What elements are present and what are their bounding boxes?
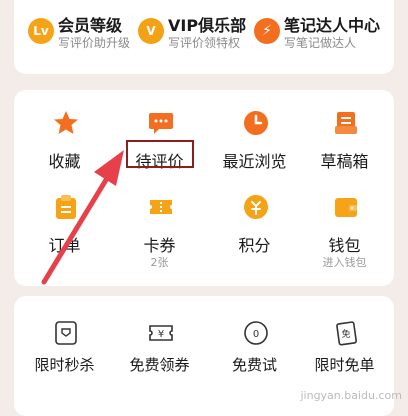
promo-label-free-order: 限时免单 — [314, 356, 375, 374]
grid-label-recent-browse: 最近浏览 — [222, 152, 287, 171]
promo-label-free-coupon: 免费领券 — [129, 356, 190, 374]
grid-item-wallet[interactable]: 钱包 进入钱包 — [297, 194, 392, 282]
grid-label-favorites: 收藏 — [48, 152, 81, 171]
star-icon — [54, 111, 78, 134]
svg-text:免: 免 — [341, 328, 350, 340]
member-level-title: 会员等级 — [58, 16, 123, 35]
comment-icon — [149, 113, 173, 134]
grid-item-orders[interactable]: 订单 — [17, 194, 112, 282]
grid-label-drafts: 草稿箱 — [320, 152, 369, 171]
lightning-icon: ⚡ — [254, 18, 280, 44]
zero-yuan-icon: 0 — [244, 321, 268, 345]
vip-icon: V — [138, 18, 164, 44]
grid-label-orders: 订单 — [48, 236, 81, 255]
grid-label-wallet: 钱包 — [328, 236, 361, 255]
note-expert-title: 笔记达人中心 — [284, 16, 381, 35]
grid-item-favorites[interactable]: 收藏 — [17, 110, 112, 198]
vip-club-entry[interactable]: V VIP俱乐部 写评价领特权 — [138, 12, 264, 64]
level-icon: Lv — [28, 18, 54, 44]
clock-icon — [244, 111, 268, 135]
promo-label-flash-sale: 限时秒杀 — [34, 356, 95, 374]
pending-review-highlight-box — [126, 140, 194, 168]
wallet-icon — [335, 198, 357, 217]
svg-text:0: 0 — [253, 329, 259, 340]
promo-label-free-trial: 免费试 — [231, 356, 277, 374]
grid-item-coupons[interactable]: 卡券 2张 — [112, 194, 207, 282]
ticket-icon — [150, 200, 172, 214]
promo-free-order[interactable]: 免 限时免单 — [297, 320, 392, 390]
svg-text:¥: ¥ — [158, 329, 164, 340]
member-badges-card: Lv 会员等级 写评价助升级 V VIP俱乐部 写评价领特权 ⚡ 笔记达人中心 … — [14, 0, 394, 74]
draft-box-icon — [335, 112, 357, 134]
grid-label-points: 积分 — [238, 236, 271, 255]
feature-grid-card: 收藏 待评价 最近浏览 草稿箱 订单 卡券 2张 积分 钱包 进入钱包 — [14, 90, 394, 286]
flash-sale-icon — [55, 321, 77, 345]
grid-item-recent-browse[interactable]: 最近浏览 — [207, 110, 302, 198]
member-level-entry[interactable]: Lv 会员等级 写评价助升级 — [28, 12, 154, 64]
note-expert-subtitle: 写笔记做达人 — [284, 36, 357, 50]
grid-label-coupons: 卡券 — [143, 236, 176, 255]
coupon-count: 2张 — [150, 256, 169, 269]
vip-club-subtitle: 写评价领特权 — [168, 36, 241, 50]
member-level-subtitle: 写评价助升级 — [58, 36, 131, 50]
points-coin-icon — [244, 195, 268, 219]
promo-free-trial[interactable]: 0 免费试 — [207, 320, 302, 390]
watermark: jingyan.baidu.com — [300, 389, 402, 402]
free-order-icon: 免 — [336, 321, 357, 346]
order-clipboard-icon — [56, 195, 76, 219]
promo-flash-sale[interactable]: 限时秒杀 — [17, 320, 112, 390]
grid-item-points[interactable]: 积分 — [207, 194, 302, 282]
promo-free-coupon[interactable]: ¥ 免费领券 — [112, 320, 207, 390]
wallet-entry-text: 进入钱包 — [322, 256, 367, 269]
note-expert-entry[interactable]: ⚡ 笔记达人中心 写笔记做达人 — [254, 12, 380, 64]
grid-item-drafts[interactable]: 草稿箱 — [297, 110, 392, 198]
vip-club-title: VIP俱乐部 — [168, 16, 247, 35]
yuan-coupon-icon: ¥ — [149, 325, 173, 341]
